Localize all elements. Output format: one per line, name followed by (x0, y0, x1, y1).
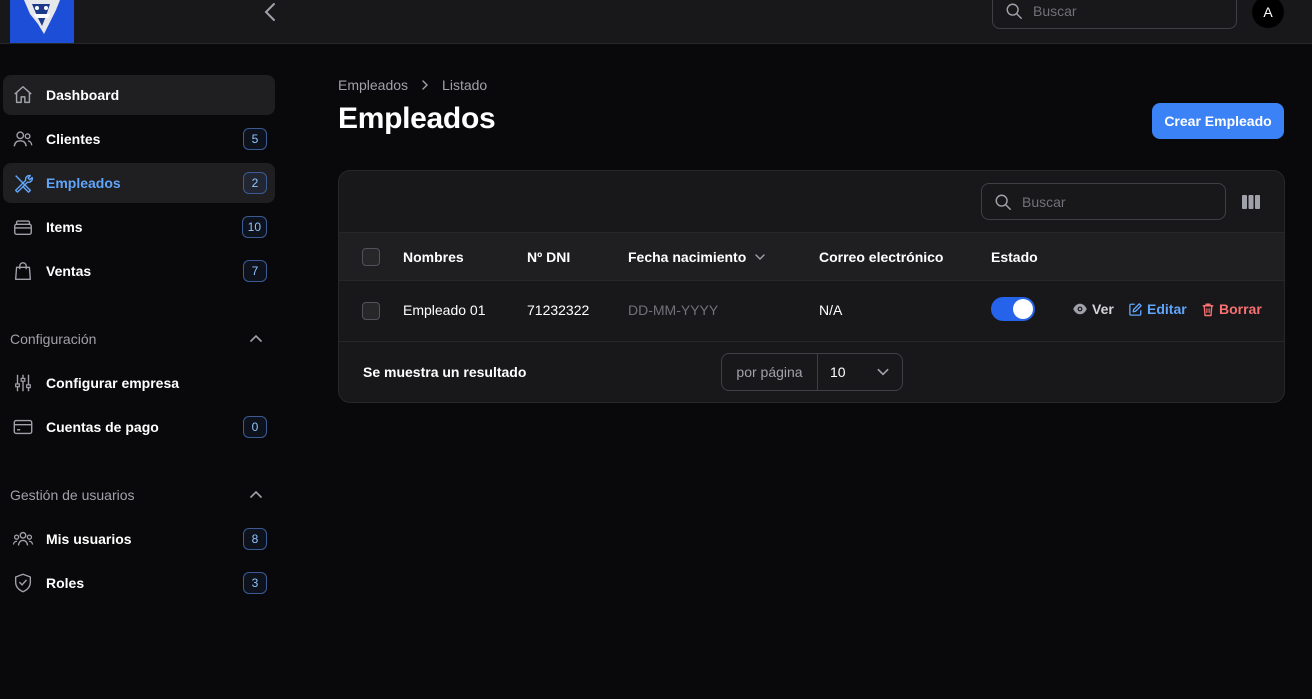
shield-check-icon (11, 571, 35, 595)
sidebar-item-label: Empleados (46, 175, 121, 191)
brand-logo[interactable] (10, 0, 74, 43)
status-toggle[interactable] (991, 297, 1035, 321)
delete-action[interactable]: Borrar (1201, 301, 1262, 317)
count-badge: 5 (243, 128, 267, 150)
sidebar-item-label: Clientes (46, 131, 101, 147)
sidebar-item-mis-usuarios[interactable]: Mis usuarios 8 (3, 519, 275, 559)
wrench-screwdriver-icon (11, 171, 35, 195)
user-group-icon (11, 527, 35, 551)
chevron-up-icon[interactable] (248, 331, 264, 347)
chevron-down-icon (877, 368, 889, 376)
chevron-left-icon (264, 3, 275, 21)
column-header-estado[interactable]: Estado (991, 249, 1038, 265)
sidebar-item-label: Dashboard (46, 87, 120, 103)
results-summary: Se muestra un resultado (363, 364, 527, 380)
sidebar-item-dashboard[interactable]: Dashboard (3, 75, 275, 115)
sidebar-item-items[interactable]: Items 10 (3, 207, 275, 247)
table-header: Nombres Nº DNI Fecha nacimiento Correo e… (339, 232, 1284, 281)
sidebar-item-clientes[interactable]: Clientes 5 (3, 119, 275, 159)
cell-correo: N/A (819, 302, 843, 318)
sidebar-item-label: Cuentas de pago (46, 419, 159, 435)
count-badge: 3 (243, 572, 267, 594)
eye-icon (1073, 303, 1087, 315)
edit-action[interactable]: Editar (1128, 301, 1187, 317)
columns-icon (1242, 195, 1260, 209)
users-icon (11, 127, 35, 151)
column-header-nombres[interactable]: Nombres (403, 249, 464, 265)
chevron-down-icon (755, 254, 765, 260)
delete-action-label: Borrar (1219, 301, 1262, 317)
user-avatar[interactable]: A (1252, 0, 1284, 28)
collapse-sidebar-button[interactable] (258, 0, 282, 24)
table-search-input[interactable]: Buscar (981, 183, 1226, 220)
per-page-value[interactable]: 10 (818, 354, 902, 390)
count-badge: 10 (241, 216, 267, 238)
group-label-gestion-usuarios: Gestión de usuarios (10, 487, 135, 503)
sidebar-item-label: Configurar empresa (46, 375, 180, 391)
trash-icon (1202, 303, 1214, 316)
count-badge: 7 (243, 260, 267, 282)
sidebar: Dashboard Clientes 5 Empleados 2 Items 1… (0, 44, 282, 699)
toggle-knob (1013, 299, 1033, 319)
count-badge: 8 (243, 528, 267, 550)
page-title: Empleados (338, 102, 496, 135)
sliders-icon (11, 371, 35, 395)
cell-nombres: Empleado 01 (403, 302, 486, 318)
breadcrumb-link-empleados[interactable]: Empleados (338, 77, 408, 93)
group-label-configuracion: Configuración (10, 331, 97, 347)
sidebar-item-ventas[interactable]: Ventas 7 (3, 251, 275, 291)
edit-action-label: Editar (1147, 301, 1187, 317)
create-employee-button[interactable]: Crear Empleado (1152, 103, 1284, 139)
global-search-input[interactable]: Buscar (992, 0, 1237, 29)
sidebar-item-label: Mis usuarios (46, 531, 132, 547)
sidebar-item-configurar-empresa[interactable]: Configurar empresa (3, 363, 275, 403)
count-badge: 2 (243, 172, 267, 194)
breadcrumb: Empleados Listado (338, 77, 487, 93)
row-checkbox[interactable] (362, 302, 380, 320)
sidebar-item-label: Items (46, 219, 83, 235)
cell-dni: 71232322 (527, 302, 590, 318)
cell-fecha: DD-MM-YYYY (628, 302, 719, 318)
select-all-checkbox[interactable] (362, 248, 380, 266)
stack-icon (11, 215, 35, 239)
employees-table-card: Buscar Nombres Nº DNI Fecha nacimiento C… (338, 170, 1285, 403)
sidebar-item-label: Roles (46, 575, 85, 591)
chevron-up-icon[interactable] (248, 487, 264, 503)
chevron-right-icon (420, 79, 430, 91)
top-bar: Buscar A (0, 0, 1312, 44)
view-action-label: Ver (1092, 301, 1114, 317)
column-header-correo[interactable]: Correo electrónico (819, 249, 943, 265)
search-placeholder: Buscar (1022, 193, 1066, 210)
per-page-select[interactable]: por página 10 (721, 353, 903, 391)
per-page-selected: 10 (830, 364, 846, 380)
sidebar-item-roles[interactable]: Roles 3 (3, 563, 275, 603)
pencil-square-icon (1129, 302, 1142, 316)
sidebar-item-cuentas-de-pago[interactable]: Cuentas de pago 0 (3, 407, 275, 447)
search-placeholder: Buscar (1033, 2, 1077, 19)
credit-card-icon (11, 415, 35, 439)
column-header-label: Fecha nacimiento (628, 249, 747, 265)
column-header-fecha[interactable]: Fecha nacimiento (628, 249, 766, 265)
home-icon (11, 83, 35, 107)
breadcrumb-current: Listado (442, 77, 488, 93)
column-header-dni[interactable]: Nº DNI (527, 249, 570, 265)
sidebar-item-empleados[interactable]: Empleados 2 (3, 163, 275, 203)
sidebar-item-label: Ventas (46, 263, 92, 279)
table-row: Empleado 01 71232322 DD-MM-YYYY N/A Ver … (339, 281, 1284, 342)
shopping-bag-icon (11, 259, 35, 283)
per-page-label: por página (722, 354, 818, 390)
toggle-columns-button[interactable] (1239, 191, 1263, 213)
count-badge: 0 (243, 416, 267, 438)
search-icon (995, 194, 1011, 210)
search-icon (1006, 3, 1022, 19)
view-action[interactable]: Ver (1072, 301, 1114, 317)
